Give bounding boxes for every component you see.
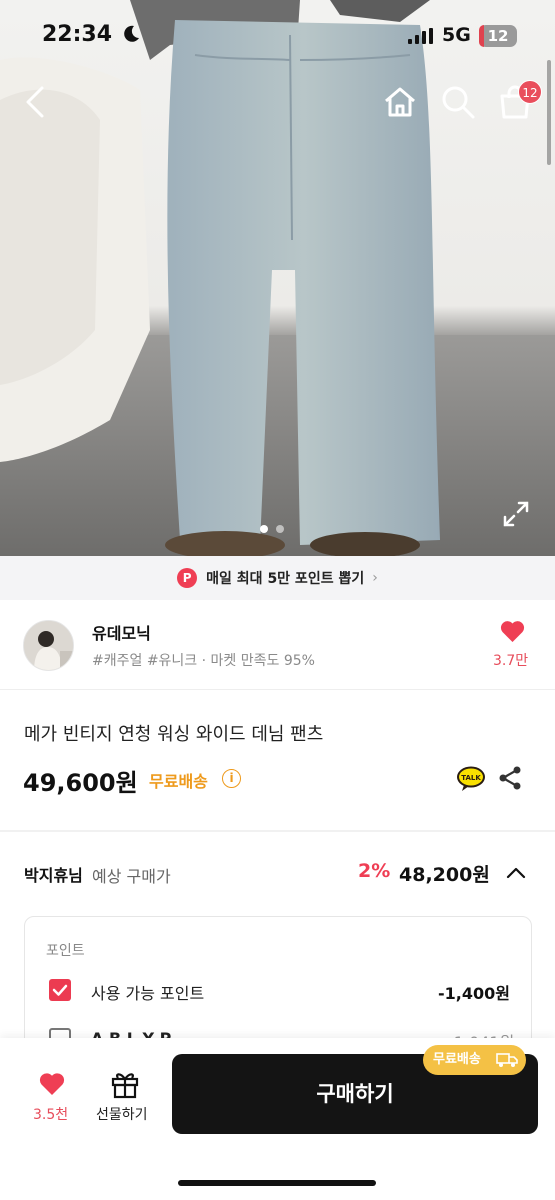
point-option-label: 사용 가능 포인트	[91, 984, 205, 1003]
share-icon[interactable]	[497, 765, 523, 791]
gift-button-label[interactable]: 선물하기	[96, 1104, 148, 1124]
avatar-image	[24, 621, 73, 670]
moon-icon	[124, 25, 139, 42]
pagination-dot[interactable]	[276, 525, 284, 533]
kakao-talk-icon[interactable]: TALK	[456, 766, 486, 792]
point-event-banner[interactable]: P 매일 최대 5만 포인트 뽑기 ›	[0, 556, 555, 600]
battery-indicator: 12	[479, 25, 517, 47]
gift-icon[interactable]	[110, 1069, 140, 1099]
expand-icon[interactable]	[503, 501, 529, 527]
check-icon	[52, 984, 68, 996]
free-shipping-badge[interactable]: 무료배송	[423, 1045, 526, 1075]
home-icon[interactable]	[382, 84, 418, 120]
pagination-dot-active[interactable]	[260, 525, 268, 533]
point-option-value: -1,400원	[438, 984, 510, 1003]
truck-icon	[496, 1053, 518, 1067]
product-image-gallery[interactable]: 22:34 5G 12 12	[0, 0, 555, 556]
like-count: 3.5천	[33, 1107, 69, 1123]
expected-price-label: 예상 구매가	[92, 867, 171, 886]
shop-avatar[interactable]	[23, 620, 74, 671]
heart-icon[interactable]	[39, 1072, 65, 1096]
back-chevron-left-icon[interactable]	[18, 84, 54, 120]
product-name: 메가 빈티지 연청 워싱 와이드 데님 팬츠	[24, 724, 324, 745]
banner-text: 매일 최대 5만 포인트 뽑기	[206, 571, 365, 587]
point-badge-icon: P	[177, 568, 198, 588]
shop-row[interactable]: 유데모닉 #캐주얼 #유니크 · 마켓 만족도 95% 3.7만	[0, 600, 555, 690]
status-time: 22:34	[42, 22, 113, 47]
free-shipping-badge-label: 무료배송	[433, 1052, 481, 1067]
points-title: 포인트	[46, 943, 85, 959]
network-label: 5G	[442, 24, 471, 46]
info-icon[interactable]: i	[222, 769, 241, 788]
free-shipping-label: 무료배송	[149, 772, 208, 791]
shop-like-count: 3.7만	[493, 653, 529, 669]
product-price: 49,600원	[23, 769, 138, 797]
checkbox-checked[interactable]	[49, 979, 71, 1001]
shop-tags: #캐주얼 #유니크 · 마켓 만족도 95%	[92, 653, 315, 669]
talk-icon-text: TALK	[461, 774, 481, 782]
section-divider	[0, 830, 555, 832]
gallery-pagination	[260, 518, 292, 537]
user-name: 박지휴님	[24, 866, 83, 885]
expected-price: 48,200원	[399, 864, 490, 886]
status-bar: 22:34 5G 12	[0, 22, 555, 52]
chevron-right-icon: ›	[372, 570, 378, 586]
bottom-action-bar: 3.5천 선물하기 구매하기 무료배송	[0, 1038, 555, 1200]
battery-level	[479, 25, 484, 47]
search-icon[interactable]	[440, 84, 476, 120]
discount-percent: 2%	[358, 860, 391, 882]
chevron-up-icon[interactable]	[505, 864, 527, 880]
shop-name[interactable]: 유데모닉	[92, 620, 151, 644]
battery-text: 12	[487, 27, 509, 45]
home-indicator	[178, 1180, 376, 1186]
scrollbar[interactable]	[547, 60, 551, 165]
cart-count-badge: 12	[518, 80, 542, 104]
heart-icon[interactable]	[500, 620, 525, 643]
signal-icon	[408, 28, 433, 44]
